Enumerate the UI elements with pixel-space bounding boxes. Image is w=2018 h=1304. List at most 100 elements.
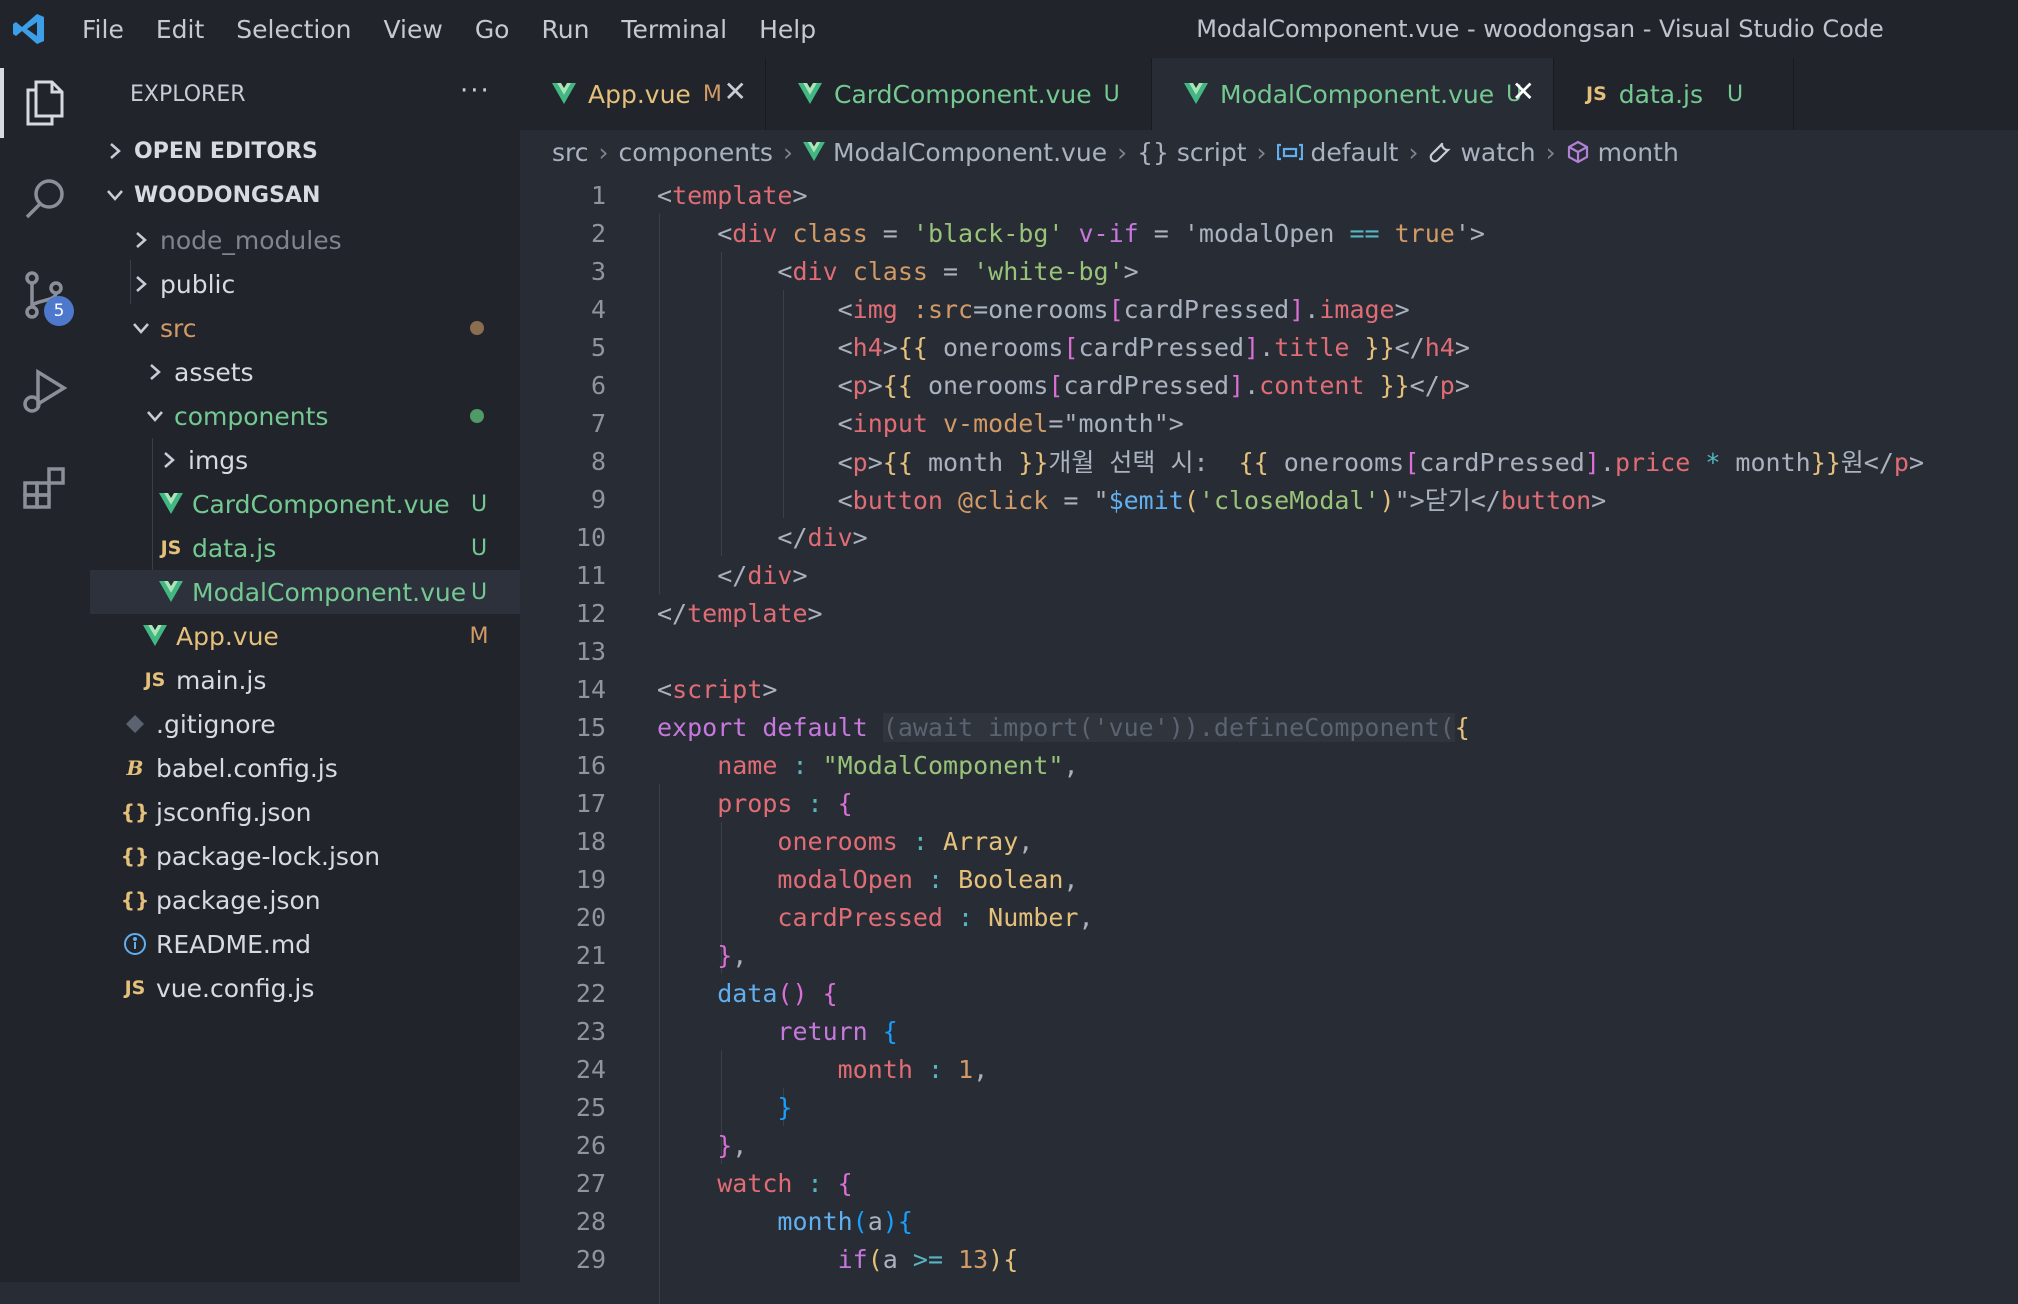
line-number: 20: [575, 902, 606, 932]
tree-item-label: components: [174, 401, 329, 431]
run-debug-icon[interactable]: [0, 346, 90, 436]
tab-modalcomponent[interactable]: ModalComponent.vue U ✕: [1152, 58, 1554, 130]
code-line: 10 </div>: [520, 518, 2018, 556]
tree-item-node-modules[interactable]: node_modules: [90, 218, 558, 262]
breadcrumb-components[interactable]: components: [619, 138, 773, 167]
menu-selection[interactable]: Selection: [220, 15, 367, 44]
close-icon[interactable]: ✕: [1512, 78, 1535, 106]
tab-cardcomponent[interactable]: CardComponent.vue U: [766, 58, 1152, 130]
code-text: export default (await import('vue')).def…: [657, 712, 1470, 742]
code-text: props : {: [657, 788, 853, 818]
code-line: 12 </template>: [520, 594, 2018, 632]
breadcrumb-default[interactable]: default: [1311, 138, 1399, 167]
menu-help[interactable]: Help: [743, 15, 832, 44]
line-number: 22: [575, 978, 606, 1008]
tree-item-label: node_modules: [160, 225, 342, 255]
chevron-right-icon: [128, 231, 154, 249]
tree-item-imgs[interactable]: imgs: [90, 438, 586, 482]
source-control-icon[interactable]: 5: [0, 250, 90, 340]
menu-terminal[interactable]: Terminal: [605, 15, 743, 44]
breadcrumb-src[interactable]: src: [552, 138, 589, 167]
code-line: 28 month(a){: [520, 1202, 2018, 1240]
line-number: 14: [575, 674, 606, 704]
tree-item-main-js[interactable]: JS main.js: [90, 658, 570, 702]
more-actions-icon[interactable]: ···: [460, 76, 491, 106]
line-number: 27: [575, 1168, 606, 1198]
line-number: 15: [575, 712, 606, 742]
menu-file[interactable]: File: [66, 15, 140, 44]
line-number: 3: [590, 256, 606, 286]
tree-item-label: .gitignore: [156, 709, 276, 739]
tree-item-assets[interactable]: assets: [90, 350, 572, 394]
explorer-icon[interactable]: [0, 58, 90, 148]
tree-item-readme[interactable]: README.md: [90, 922, 550, 966]
extensions-icon[interactable]: [0, 442, 90, 532]
breadcrumb-file[interactable]: ModalComponent.vue: [833, 138, 1107, 167]
tree-item-package-lock[interactable]: {} package-lock.json: [90, 834, 550, 878]
code-line: 6 <p>{{ onerooms[cardPressed].content }}…: [520, 366, 2018, 404]
activity-bar: 5: [0, 58, 90, 1282]
json-file-icon: {}: [120, 800, 150, 824]
tree-item-components[interactable]: components: [90, 394, 572, 438]
tree-item-jsconfig[interactable]: {} jsconfig.json: [90, 790, 550, 834]
code-text: month : 1,: [657, 1054, 989, 1084]
line-number: 10: [575, 522, 606, 552]
chevron-right-icon: ›: [1545, 137, 1556, 167]
code-text: cardPressed : Number,: [657, 902, 1094, 932]
menu-go[interactable]: Go: [459, 15, 526, 44]
tree-item-vue-config[interactable]: JS vue.config.js: [90, 966, 550, 1010]
tree-item-babel-config[interactable]: B babel.config.js: [90, 746, 550, 790]
code-text: watch : {: [657, 1168, 853, 1198]
breadcrumb-script[interactable]: {} script: [1137, 138, 1246, 167]
line-number: 25: [575, 1092, 606, 1122]
tree-item-package-json[interactable]: {} package.json: [90, 878, 550, 922]
code-line: 2 <div class = 'black-bg' v-if = 'modalO…: [520, 214, 2018, 252]
menu-run[interactable]: Run: [525, 15, 605, 44]
window-title: ModalComponent.vue - woodongsan - Visual…: [1196, 15, 1884, 43]
line-number: 8: [590, 446, 606, 476]
code-text: </div>: [657, 522, 868, 552]
open-editors-section[interactable]: OPEN EDITORS: [90, 130, 532, 172]
breadcrumb-month[interactable]: month: [1598, 138, 1679, 167]
code-line: 18 onerooms : Array,: [520, 822, 2018, 860]
chevron-right-icon: ›: [1256, 137, 1267, 167]
tree-item-src[interactable]: src: [90, 306, 558, 350]
line-number: 7: [590, 408, 606, 438]
code-text: if(a >= 13){: [657, 1244, 1019, 1274]
breadcrumb-watch[interactable]: watch: [1460, 138, 1535, 167]
explorer-sidebar: EXPLORER ··· OPEN EDITORS WOODONGSAN nod…: [90, 58, 586, 1282]
info-icon: [120, 932, 150, 956]
tree-item-label: package.json: [156, 885, 321, 915]
line-number: 21: [575, 940, 606, 970]
tree-item-label: assets: [174, 357, 254, 387]
code-line: 11 </div>: [520, 556, 2018, 594]
tab-app-vue[interactable]: App.vue M ✕: [520, 58, 766, 130]
project-section[interactable]: WOODONGSAN: [90, 174, 532, 216]
code-text: </template>: [657, 598, 823, 628]
line-number: 23: [575, 1016, 606, 1046]
tree-item-gitignore[interactable]: .gitignore: [90, 702, 550, 746]
close-icon[interactable]: ✕: [724, 78, 747, 106]
untracked-dot-icon: [470, 409, 484, 423]
tree-item-app-vue[interactable]: App.vue M: [90, 614, 570, 658]
line-number: 6: [590, 370, 606, 400]
tree-item-modalcomponent[interactable]: ModalComponent.vue U: [90, 570, 586, 614]
tree-item-label: vue.config.js: [156, 973, 315, 1003]
search-icon[interactable]: [0, 154, 90, 244]
vue-file-icon: [140, 625, 170, 647]
code-line: 26 },: [520, 1126, 2018, 1164]
tree-item-public[interactable]: public: [90, 262, 558, 306]
code-text: <div class = 'white-bg'>: [657, 256, 1139, 286]
scm-badge: 5: [44, 296, 74, 326]
menu-view[interactable]: View: [367, 15, 458, 44]
tree-item-label: imgs: [188, 445, 249, 475]
tab-data-js[interactable]: JS data.js U: [1554, 58, 1794, 130]
menu-edit[interactable]: Edit: [140, 15, 220, 44]
tab-label: ModalComponent.vue: [1220, 79, 1495, 109]
untracked-status: U: [470, 535, 488, 561]
code-text: name : "ModalComponent",: [657, 750, 1079, 780]
vue-file-icon: [798, 83, 822, 105]
tree-item-cardcomponent[interactable]: CardComponent.vue U: [90, 482, 586, 526]
code-line: 19 modalOpen : Boolean,: [520, 860, 2018, 898]
tree-item-data-js[interactable]: JS data.js U: [90, 526, 586, 570]
